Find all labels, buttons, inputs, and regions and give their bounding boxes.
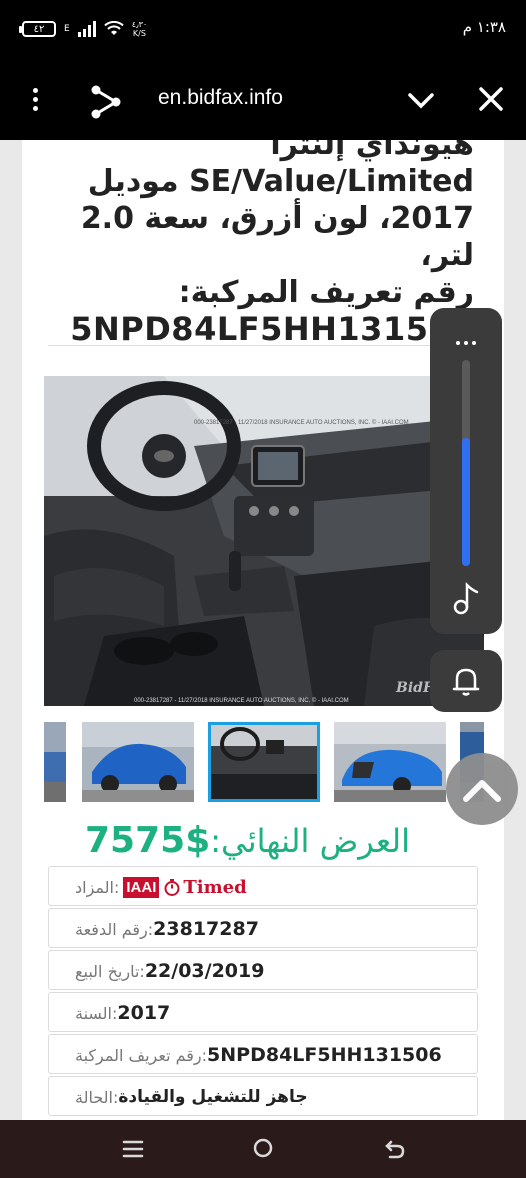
final-price: العرض النهائي:$7575 xyxy=(80,820,410,861)
ring-mode-button[interactable] xyxy=(430,650,502,712)
title-vin: 5NPD84LF5HH131506 xyxy=(70,310,474,348)
price-amount: $7575 xyxy=(84,820,211,861)
volume-slider-fill xyxy=(462,438,470,566)
share-icon[interactable] xyxy=(88,82,122,122)
price-label: العرض النهائي: xyxy=(210,822,410,860)
browser-toolbar: en.bidfax.info xyxy=(0,64,526,140)
system-nav-bar xyxy=(0,1120,526,1178)
vin-value: 5NPD84LF5HH131506 xyxy=(207,1044,442,1066)
listing-title: هيونداي إلنترا SE/Value/Limited موديل 20… xyxy=(34,140,474,348)
sale-date-value: 22/03/2019 xyxy=(144,960,265,982)
clock: ١:٣٨ م xyxy=(462,18,506,36)
signal-icon xyxy=(77,21,96,37)
lot-label: رقم الدفعة: xyxy=(75,919,154,939)
sale-date-label: تاريخ البيع: xyxy=(75,961,145,981)
home-icon[interactable] xyxy=(252,1137,274,1159)
year-value: 2017 xyxy=(117,1002,171,1024)
scroll-to-top-button[interactable] xyxy=(446,753,518,825)
title-model: SE/Value/Limited موديل xyxy=(87,164,474,199)
detail-row-year: السنة: 2017 xyxy=(48,992,478,1032)
watermark-top: 000-23817287 - 11/27/2018 INSURANCE AUTO… xyxy=(194,419,409,426)
battery-level: ٤٢ xyxy=(33,23,45,35)
lot-value: 23817287 xyxy=(153,918,259,940)
watermark-bottom: 000-23817287 - 11/27/2018 INSURANCE AUTO… xyxy=(134,697,349,704)
thumbnail-1[interactable] xyxy=(44,722,66,802)
detail-row-sale-date: تاريخ البيع: 22/03/2019 xyxy=(48,950,478,990)
thumbnail-3-selected[interactable] xyxy=(208,722,320,802)
condition-label: الحالة: xyxy=(75,1087,119,1107)
back-icon[interactable] xyxy=(384,1138,406,1160)
stopwatch-icon xyxy=(164,879,180,896)
title-make: هيونداي إلنترا xyxy=(270,140,474,162)
auction-label: المزاد: xyxy=(75,877,120,897)
thumbnail-strip xyxy=(44,722,484,804)
chevron-down-icon[interactable] xyxy=(406,86,436,116)
divider xyxy=(48,345,478,346)
main-photo[interactable]: 000-23817287 - 11/27/2018 INSURANCE AUTO… xyxy=(44,376,484,706)
bell-icon xyxy=(452,668,480,696)
network-speed: ٤٫٣٠ K/S xyxy=(132,20,148,38)
car-interior-photo: 000-23817287 - 11/27/2018 INSURANCE AUTO… xyxy=(44,376,484,706)
detail-row-auction: المزاد: IAAI Timed xyxy=(48,866,478,906)
volume-slider[interactable] xyxy=(462,360,470,566)
recent-apps-icon[interactable] xyxy=(122,1138,144,1160)
url-text[interactable]: en.bidfax.info xyxy=(158,86,283,110)
title-specs: 2017، لون أزرق، سعة 2.0 لتر، xyxy=(80,201,474,273)
wifi-icon xyxy=(103,21,124,35)
network-type: E xyxy=(64,23,70,34)
chevron-up-icon xyxy=(463,780,501,802)
speed-value: ٤٫٣٠ xyxy=(131,20,148,29)
thumbnail-2[interactable] xyxy=(82,722,194,802)
condition-value: جاهز للتشغيل والقيادة xyxy=(118,1087,308,1107)
title-vin-label: رقم تعريف المركبة: xyxy=(178,275,474,310)
status-icons: ٤٢ E ٤٫٣٠ K/S xyxy=(19,14,148,44)
iaai-badge: IAAI xyxy=(123,876,160,898)
battery-icon: ٤٢ xyxy=(19,21,56,37)
detail-row-vin: رقم تعريف المركبة: 5NPD84LF5HH131506 xyxy=(48,1034,478,1074)
status-bar: ٤٢ E ٤٫٣٠ K/S ١:٣٨ م xyxy=(0,0,526,64)
music-note-icon[interactable] xyxy=(450,580,482,616)
more-menu-icon[interactable] xyxy=(30,84,40,120)
detail-row-lot: رقم الدفعة: 23817287 xyxy=(48,908,478,948)
vin-label: رقم تعريف المركبة: xyxy=(75,1045,208,1065)
volume-panel xyxy=(430,308,502,634)
thumbnail-4[interactable] xyxy=(334,722,446,802)
watermark-logo: BidF xyxy=(395,680,434,696)
speed-unit: K/S xyxy=(132,29,146,38)
year-label: السنة: xyxy=(75,1003,118,1023)
details-table: المزاد: IAAI Timed رقم الدفعة: 23817287 … xyxy=(48,866,478,1118)
volume-more-icon[interactable] xyxy=(454,330,478,349)
auction-type: Timed xyxy=(183,876,247,898)
close-icon[interactable] xyxy=(478,86,504,112)
detail-row-condition: الحالة: جاهز للتشغيل والقيادة xyxy=(48,1076,478,1116)
